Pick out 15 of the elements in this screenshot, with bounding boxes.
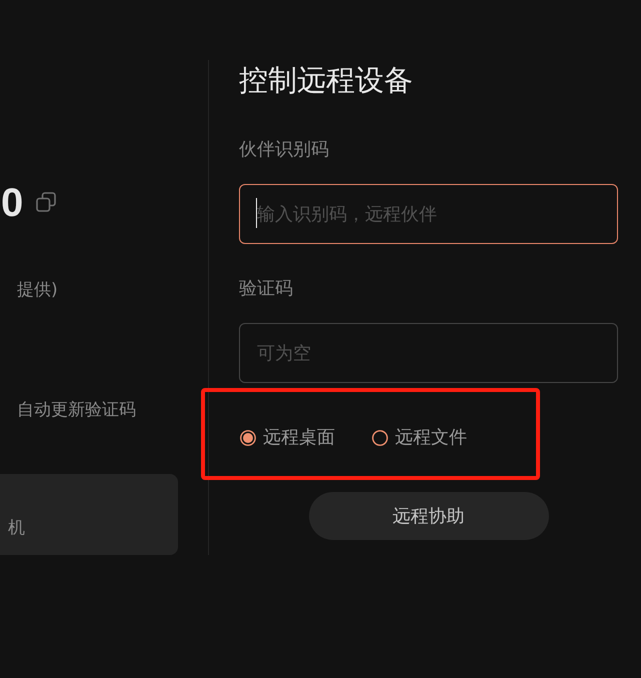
note-text: 自动更新验证码 bbox=[16, 399, 136, 422]
copy-icon[interactable] bbox=[36, 192, 56, 212]
radio-label[interactable]: 远程文件 bbox=[395, 426, 467, 450]
radio-button-icon[interactable] bbox=[240, 430, 256, 446]
radio-label[interactable]: 远程桌面 bbox=[263, 426, 335, 450]
device-card[interactable]: 机 bbox=[0, 474, 178, 555]
field-label: 伙伴识别码 bbox=[239, 138, 330, 162]
field-label: 验证码 bbox=[239, 277, 294, 301]
radio-button-icon[interactable] bbox=[372, 430, 388, 446]
input-field[interactable]: 输入识别码，远程伙伴 bbox=[239, 184, 618, 244]
input-field[interactable]: 可为空 bbox=[239, 323, 618, 383]
id-number: 0 bbox=[0, 183, 24, 223]
note-text: 提供) bbox=[16, 279, 58, 302]
panel-title: 控制远程设备 bbox=[239, 62, 414, 99]
remote-assist-button[interactable]: 远程协助 bbox=[308, 492, 548, 540]
